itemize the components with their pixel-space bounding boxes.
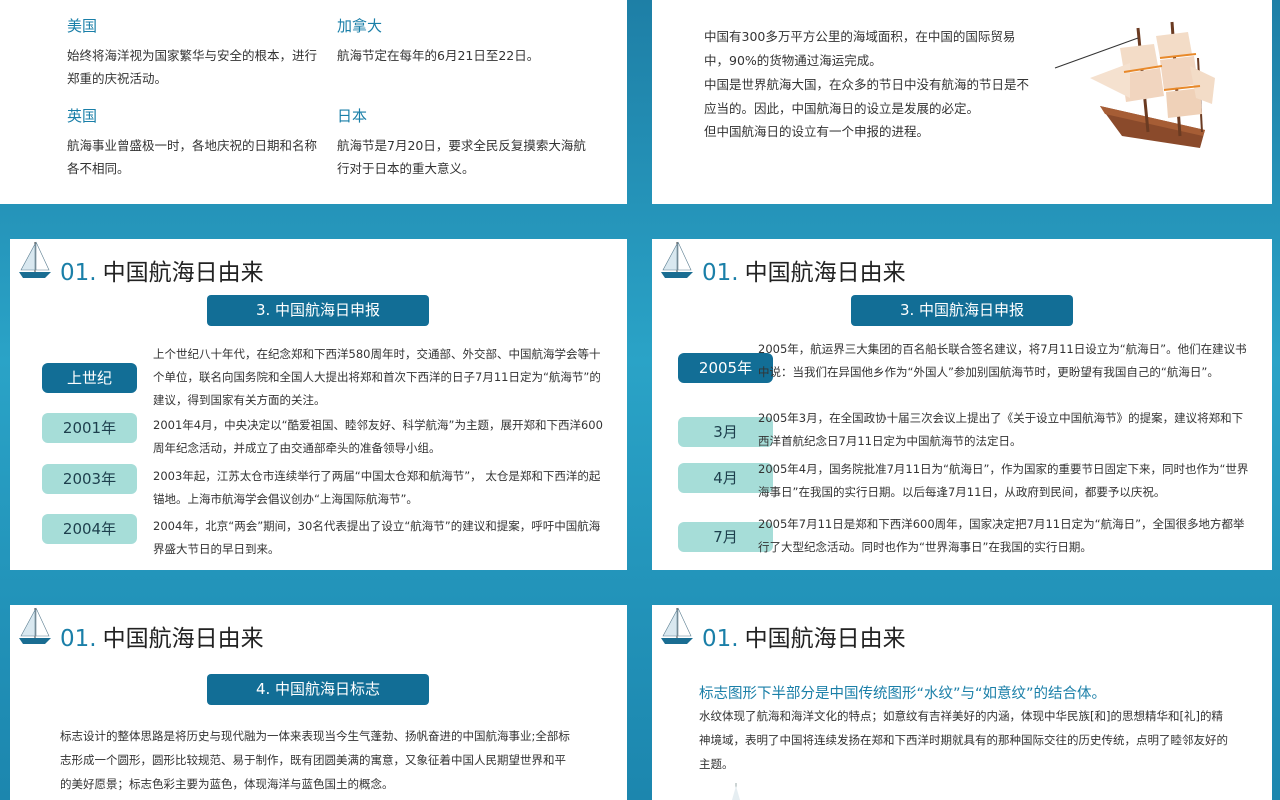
slide-foreign-festivals[interactable]: 美国 始终将海洋视为国家繁华与安全的根本，进行郑重的庆祝活动。 加拿大 航海节定… <box>0 0 627 204</box>
section-pill: 4. 中国航海日标志 <box>207 674 429 705</box>
section-heading: 01. 中国航海日由来 <box>60 626 264 652</box>
slide-application-1[interactable]: 01. 中国航海日由来 3. 中国航海日申报 上世纪 上个世纪八十年代，在纪念郑和… <box>10 239 627 570</box>
desc-2003: 2003年起，江苏太仓市连续举行了两届“中国太仓郑和航海节”， 太仓是郑和下西洋… <box>153 469 601 506</box>
desc-2005: 2005年，航运界三大集团的百名船长联合签名建议，将7月11日设立为“航海日”。… <box>758 342 1247 379</box>
slide-logo-1[interactable]: 01. 中国航海日由来 4. 中国航海日标志 标志设计的整体思路是将历史与现代融为… <box>10 605 627 800</box>
sailboat-icon <box>661 607 693 644</box>
intro-line-1: 中国有300多万平方公里的海域面积，在中国的国际贸易中，90%的货物通过海运完成… <box>704 29 1016 68</box>
logo-subtitle: 标志图形下半部分是中国传统图形“水纹”与“如意纹”的结合体。 <box>699 686 1107 702</box>
country-canada-text: 航海节定在每年的6月21日至22日。 <box>337 48 540 63</box>
country-japan-text: 航海节是7月20日，要求全民反复摸索大海航行对于日本的重大意义。 <box>337 138 586 176</box>
section-heading: 01. 中国航海日由来 <box>702 626 906 652</box>
desc-july: 2005年7月11日是郑和下西洋600周年，国家决定把7月11日定为“航海日”，… <box>758 517 1245 554</box>
section-pill: 3. 中国航海日申报 <box>851 295 1073 326</box>
country-usa: 美国 <box>67 17 98 35</box>
slide-application-2[interactable]: 01. 中国航海日由来 3. 中国航海日申报 2005年 2005年，航运界三大集… <box>652 239 1272 570</box>
country-canada: 加拿大 <box>337 17 383 35</box>
logo-image-fragment <box>732 783 740 800</box>
intro-line-2: 中国是世界航海大国，在众多的节日中没有航海的节日是不应当的。因此，中国航海日的设… <box>704 77 1030 116</box>
sailboat-icon <box>19 607 51 644</box>
country-japan: 日本 <box>337 107 368 125</box>
sailboat-icon <box>661 241 693 278</box>
desc-2001: 2001年4月，中央决定以“酷爱祖国、睦邻友好、科学航海”为主题，展开郑和下西洋… <box>153 418 603 455</box>
tag-2003: 2003年 <box>42 464 137 494</box>
sailboat-icon <box>19 241 51 278</box>
country-uk-text: 航海事业曾盛极一时，各地庆祝的日期和名称各不相同。 <box>67 138 318 176</box>
desc-last-century: 上个世纪八十年代，在纪念郑和下西洋580周年时，交通部、外交部、中国航海学会等十… <box>153 347 601 407</box>
logo-meaning-text: 水纹体现了航海和海洋文化的特点；如意纹有吉祥美好的内涵，体现中华民族[和]的思想… <box>699 709 1228 771</box>
logo-design-text: 标志设计的整体思路是将历史与现代融为一体来表现当今生气蓬勃、扬帆奋进的中国航海事… <box>60 729 570 791</box>
intro-line-3: 但中国航海日的设立有一个申报的进程。 <box>704 124 930 139</box>
country-usa-text: 始终将海洋视为国家繁华与安全的根本，进行郑重的庆祝活动。 <box>67 48 318 86</box>
section-pill: 3. 中国航海日申报 <box>207 295 429 326</box>
desc-2004: 2004年，北京“两会”期间，30名代表提出了设立“航海节”的建议和提案，呼吁中… <box>153 519 601 556</box>
tag-2001: 2001年 <box>42 413 137 443</box>
section-heading: 01. 中国航海日由来 <box>60 260 264 286</box>
country-uk: 英国 <box>67 107 98 125</box>
slide-china-maritime[interactable]: 中国有300多万平方公里的海域面积，在中国的国际贸易中，90%的货物通过海运完成… <box>652 0 1272 204</box>
tag-last-century: 上世纪 <box>42 363 137 393</box>
sailing-ship-illustration <box>1054 21 1215 148</box>
slide-logo-2[interactable]: 01. 中国航海日由来 标志图形下半部分是中国传统图形“水纹”与“如意纹”的结合体… <box>652 605 1272 800</box>
desc-april: 2005年4月，国务院批准7月11日为“航海日”，作为国家的重要节日固定下来，同… <box>758 462 1249 499</box>
section-heading: 01. 中国航海日由来 <box>702 260 906 286</box>
desc-march: 2005年3月，在全国政协十届三次会议上提出了《关于设立中国航海节》的提案，建议… <box>758 411 1244 448</box>
tag-2004: 2004年 <box>42 514 137 544</box>
